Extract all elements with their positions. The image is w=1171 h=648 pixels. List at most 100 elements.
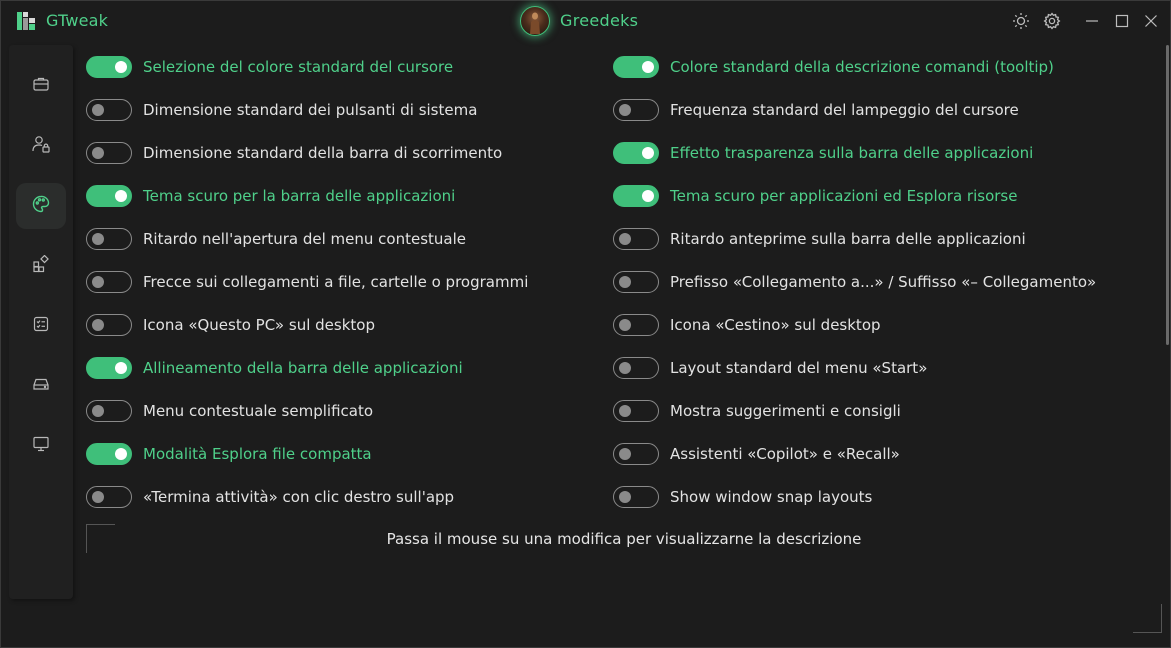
gear-icon[interactable] (1042, 11, 1062, 31)
toggle-switch[interactable] (86, 99, 132, 121)
toggle-switch[interactable] (86, 142, 132, 164)
toggle-row[interactable]: Icona «Questo PC» sul desktop (86, 312, 375, 338)
toggle-switch[interactable] (86, 443, 132, 465)
toggle-switch[interactable] (613, 271, 659, 293)
toggle-knob (642, 61, 654, 73)
toggle-label: Icona «Questo PC» sul desktop (143, 316, 375, 334)
sidebar-item-interface[interactable] (16, 183, 66, 229)
toggle-knob (642, 190, 654, 202)
toggle-switch[interactable] (613, 99, 659, 121)
toggle-row[interactable]: Dimensione standard della barra di scorr… (86, 140, 502, 166)
toggle-label: Ritardo anteprime sulla barra delle appl… (670, 230, 1026, 248)
toggle-row[interactable]: Dimensione standard dei pulsanti di sist… (86, 97, 477, 123)
scrollbar[interactable] (1166, 45, 1169, 345)
toggle-switch[interactable] (613, 142, 659, 164)
user-avatar[interactable] (520, 6, 550, 36)
toggle-label: Dimensione standard della barra di scorr… (143, 144, 503, 162)
sidebar-item-system[interactable] (16, 363, 66, 409)
toggle-knob (619, 405, 631, 417)
toggle-label: Icona «Cestino» sul desktop (670, 316, 881, 334)
toggle-label: Ritardo nell'apertura del menu contestua… (143, 230, 466, 248)
toggle-label: Show window snap layouts (670, 488, 873, 506)
checklist-icon (32, 315, 50, 337)
toggle-row[interactable]: Tema scuro per applicazioni ed Esplora r… (613, 183, 1017, 209)
sun-icon[interactable] (1011, 11, 1031, 31)
toggle-knob (92, 319, 104, 331)
sidebar-item-services[interactable] (16, 303, 66, 349)
toggle-row[interactable]: Effetto trasparenza sulla barra delle ap… (613, 140, 1033, 166)
sidebar-item-monitor[interactable] (16, 423, 66, 469)
toggle-switch[interactable] (613, 443, 659, 465)
toggle-label: Modalità Esplora file compatta (143, 445, 372, 463)
toggle-knob (92, 147, 104, 159)
toggle-switch[interactable] (86, 56, 132, 78)
toggle-switch[interactable] (613, 228, 659, 250)
toggle-label: Selezione del colore standard del cursor… (143, 58, 454, 76)
toggle-row[interactable]: Frequenza standard del lampeggio del cur… (613, 97, 1019, 123)
toggle-row[interactable]: Show window snap layouts (613, 484, 872, 510)
toggle-row[interactable]: Prefisso «Collegamento a...» / Suffisso … (613, 269, 1096, 295)
drive-icon (32, 375, 50, 397)
toggle-label: Menu contestuale semplificato (143, 402, 374, 420)
toggle-switch[interactable] (86, 400, 132, 422)
toggle-knob (115, 362, 127, 374)
toggle-row[interactable]: Ritardo nell'apertura del menu contestua… (86, 226, 466, 252)
toggle-switch[interactable] (86, 185, 132, 207)
toggle-switch[interactable] (86, 271, 132, 293)
toggle-label: Frecce sui collegamenti a file, cartelle… (143, 273, 529, 291)
toggle-label: Frequenza standard del lampeggio del cur… (670, 101, 1019, 119)
toggle-row[interactable]: Frecce sui collegamenti a file, cartelle… (86, 269, 528, 295)
sidebar-item-confidentiality[interactable] (16, 123, 66, 169)
toggle-switch[interactable] (86, 357, 132, 379)
toggle-knob (619, 362, 631, 374)
toggle-label: Effetto trasparenza sulla barra delle ap… (670, 144, 1034, 162)
toggle-switch[interactable] (613, 314, 659, 336)
toggle-row[interactable]: Colore standard della descrizione comand… (613, 54, 1054, 80)
close-icon[interactable] (1141, 11, 1161, 31)
toggle-knob (619, 491, 631, 503)
app-window: GTweak Greedeks Selezione del colore sta… (0, 0, 1171, 648)
toggle-knob (92, 491, 104, 503)
toggle-switch[interactable] (86, 486, 132, 508)
toggle-label: Prefisso «Collegamento a...» / Suffisso … (670, 273, 1097, 291)
toggle-switch[interactable] (86, 314, 132, 336)
toggle-switch[interactable] (613, 56, 659, 78)
toggle-row[interactable]: Modalità Esplora file compatta (86, 441, 372, 467)
toggle-label: Dimensione standard dei pulsanti di sist… (143, 101, 478, 119)
toggle-knob (619, 233, 631, 245)
toggle-row[interactable]: Allineamento della barra delle applicazi… (86, 355, 463, 381)
toggle-row[interactable]: Menu contestuale semplificato (86, 398, 373, 424)
toggle-switch[interactable] (613, 357, 659, 379)
toggle-row[interactable]: Ritardo anteprime sulla barra delle appl… (613, 226, 1026, 252)
toggle-knob (92, 276, 104, 288)
sidebar-item-briefcase[interactable] (16, 63, 66, 109)
toggle-row[interactable]: Tema scuro per la barra delle applicazio… (86, 183, 455, 209)
toggle-knob (115, 61, 127, 73)
toggle-row[interactable]: Assistenti «Copilot» e «Recall» (613, 441, 900, 467)
toggle-row[interactable]: «Termina attività» con clic destro sull'… (86, 484, 454, 510)
minimize-icon[interactable] (1082, 11, 1102, 31)
toggle-switch[interactable] (613, 185, 659, 207)
sidebar-item-applications[interactable] (16, 243, 66, 289)
toggle-label: Tema scuro per applicazioni ed Esplora r… (670, 187, 1018, 205)
toggle-switch[interactable] (613, 400, 659, 422)
toggle-label: Tema scuro per la barra delle applicazio… (143, 187, 456, 205)
toggle-switch[interactable] (86, 228, 132, 250)
toggle-row[interactable]: Selezione del colore standard del cursor… (86, 54, 453, 80)
maximize-icon[interactable] (1112, 11, 1132, 31)
toggle-knob (619, 319, 631, 331)
toggle-row[interactable]: Mostra suggerimenti e consigli (613, 398, 901, 424)
toggle-switch[interactable] (613, 486, 659, 508)
monitor-icon (32, 435, 50, 457)
sidebar (9, 45, 73, 599)
palette-icon (31, 194, 51, 218)
toggle-row[interactable]: Layout standard del menu «Start» (613, 355, 927, 381)
resize-corner (1133, 604, 1162, 633)
toggle-knob (115, 190, 127, 202)
user-name[interactable]: Greedeks (560, 11, 638, 30)
toggle-row[interactable]: Icona «Cestino» sul desktop (613, 312, 881, 338)
title-bar[interactable]: GTweak Greedeks (1, 1, 1170, 41)
toggle-knob (92, 233, 104, 245)
app-title: GTweak (46, 11, 109, 30)
toggle-label: Allineamento della barra delle applicazi… (143, 359, 463, 377)
